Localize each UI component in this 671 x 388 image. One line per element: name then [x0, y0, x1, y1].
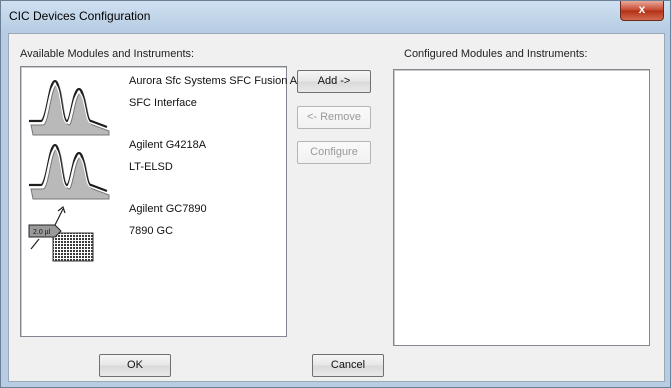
module-type: SFC Interface [129, 97, 197, 109]
available-list-label: Available Modules and Instruments: [20, 48, 195, 60]
title-bar[interactable]: CIC Devices Configuration x [1, 1, 670, 31]
configure-button[interactable]: Configure [297, 141, 371, 164]
module-type: LT-ELSD [129, 161, 173, 173]
dialog-window: CIC Devices Configuration x Available Mo… [0, 0, 671, 388]
cancel-button[interactable]: Cancel [312, 354, 384, 377]
gc-injector-icon: 2.0 µl [28, 205, 94, 262]
configured-modules-list[interactable] [393, 69, 650, 346]
close-icon: x [638, 2, 646, 16]
module-type: 7890 GC [129, 225, 174, 237]
list-item[interactable]: Agilent G4218A LT-ELSD [21, 139, 286, 203]
injection-volume-label: 2.0 µl [33, 229, 51, 236]
dialog-client-area: Available Modules and Instruments: Confi… [8, 33, 665, 382]
module-name: Agilent G4218A [129, 139, 207, 151]
remove-button[interactable]: <- Remove [297, 106, 371, 129]
add-button[interactable]: Add -> [297, 70, 371, 93]
list-item[interactable]: Aurora Sfc Systems SFC Fusion A SFC Inte… [21, 75, 297, 139]
available-modules-list[interactable]: Aurora Sfc Systems SFC Fusion A SFC Inte… [20, 66, 297, 337]
chromatogram-icon [29, 143, 110, 200]
list-item[interactable]: 2.0 µl Agilent GC7890 7890 GC [21, 203, 286, 267]
module-name: Agilent GC7890 [129, 203, 207, 215]
window-title: CIC Devices Configuration [9, 9, 151, 23]
chromatogram-icon [29, 79, 110, 136]
configured-list-label: Configured Modules and Instruments: [404, 48, 588, 60]
ok-button[interactable]: OK [99, 354, 171, 377]
close-button[interactable]: x [620, 1, 664, 21]
module-name: Aurora Sfc Systems SFC Fusion A [129, 75, 298, 87]
